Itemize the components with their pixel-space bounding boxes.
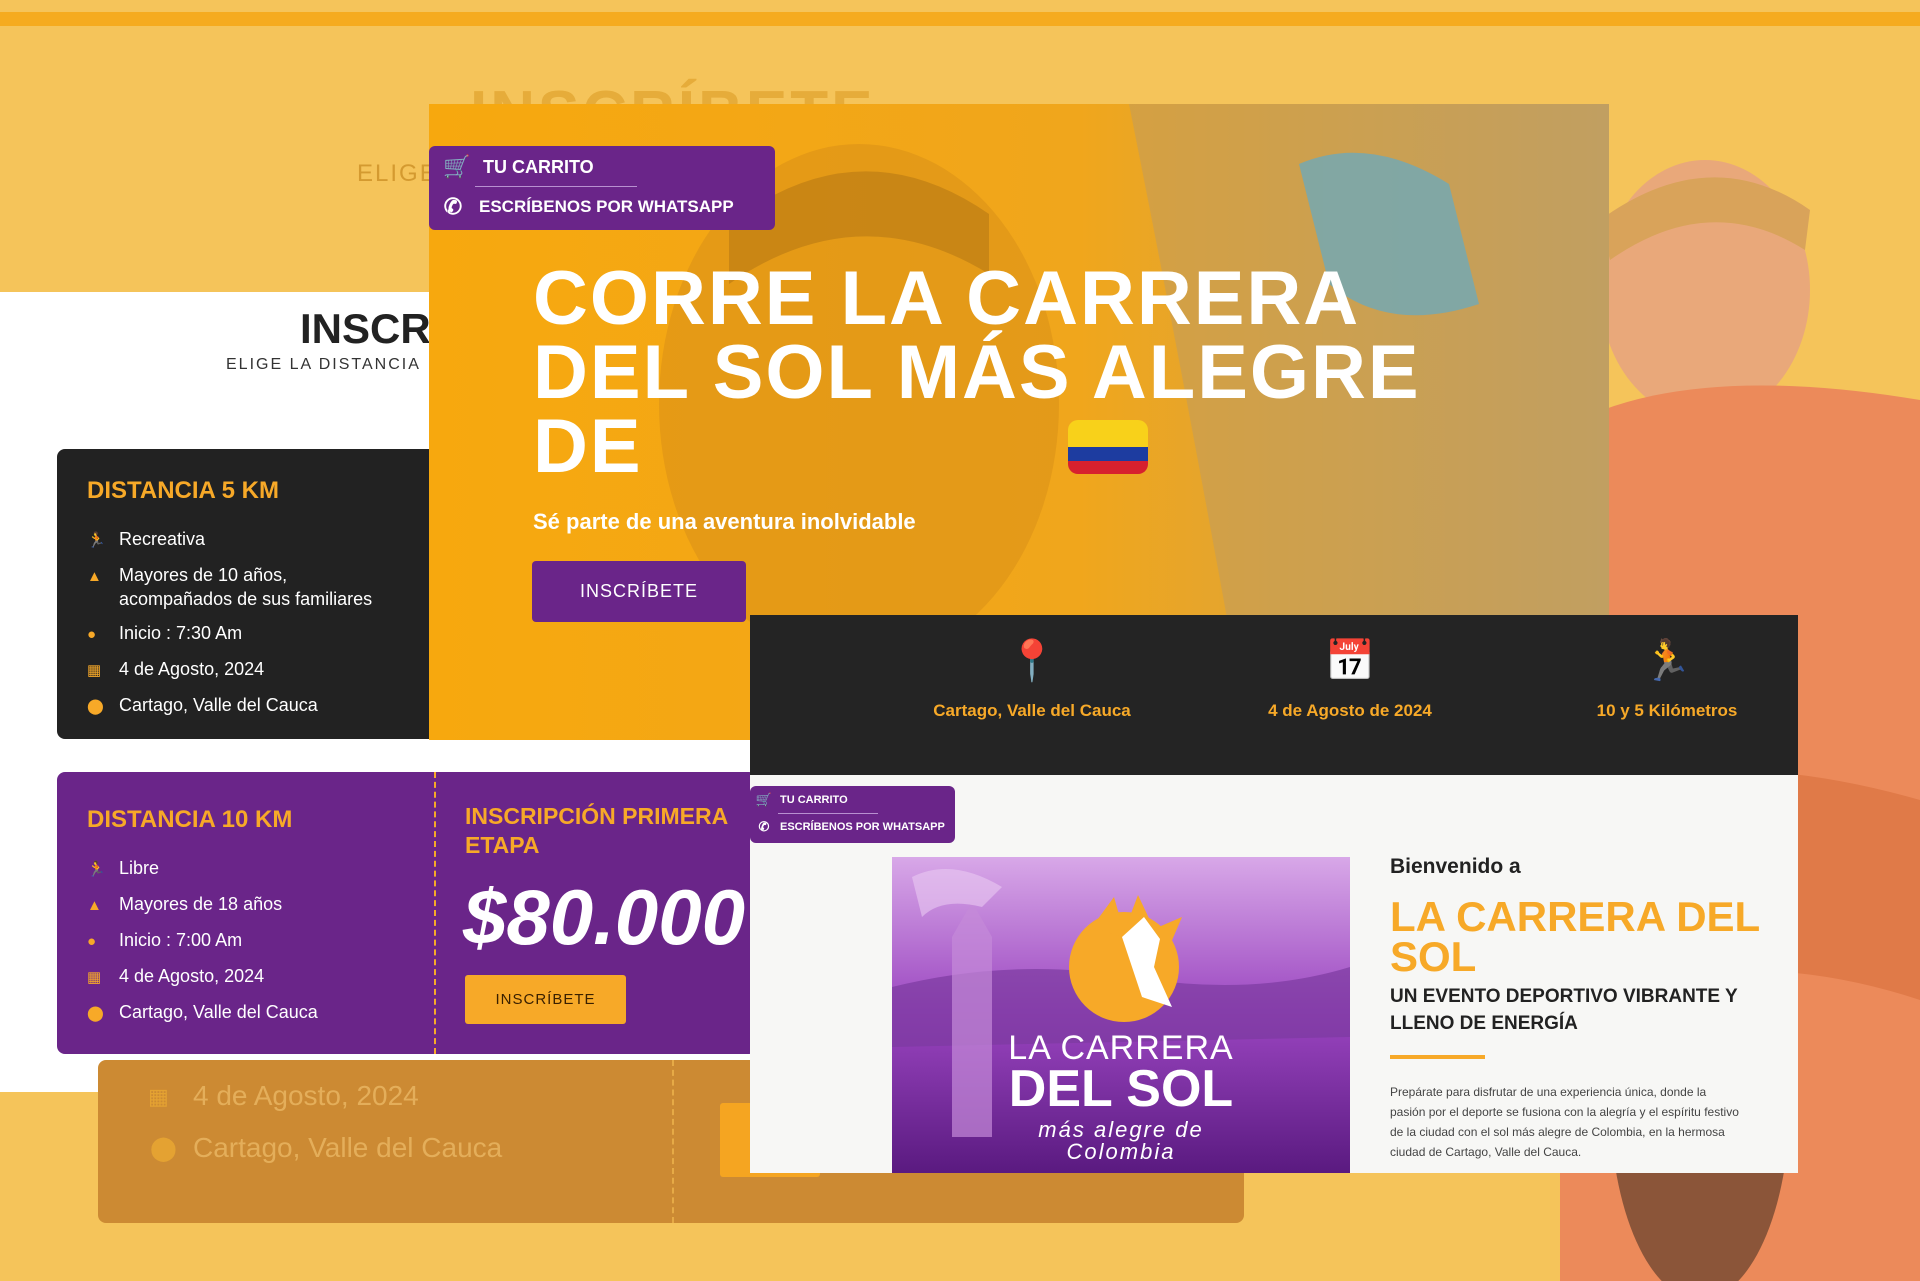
list-item: 🏃 Recreativa xyxy=(87,527,372,553)
card-5k: DISTANCIA 5 KM 🏃 Recreativa ▲ Mayores de 1… xyxy=(57,449,437,739)
welcome-title: LA CARRERA DEL SOL xyxy=(1390,893,1760,980)
calendar-check-icon: 📅 xyxy=(1325,639,1375,683)
welcome-kicker: Bienvenido a xyxy=(1390,855,1521,878)
pin-icon: 📍 xyxy=(1007,639,1057,683)
whatsapp-icon: ✆ xyxy=(443,194,463,219)
hero-subheadline: Sé parte de una aventura inolvidable xyxy=(533,509,916,534)
runner-icon: 🏃 xyxy=(87,861,106,878)
card-5k-title: DISTANCIA 5 KM xyxy=(87,477,279,504)
hero-register-button[interactable]: INSCRÍBETE xyxy=(532,561,746,622)
event-info-bar: 📍 Cartago, Valle del Cauca 📅 4 de Agosto… xyxy=(750,615,1798,775)
welcome-tagline: UN EVENTO DEPORTIVO VIBRANTE Y LLENO DE … xyxy=(1390,986,1738,1034)
hero-floating-menu: 🛒 TU CARRITO ✆ ESCRÍBENOS POR WHATSAPP xyxy=(429,146,775,230)
faded-date: 4 de Agosto, 2024 xyxy=(193,1080,419,1111)
whatsapp-link[interactable]: ✆ ESCRÍBENOS POR WHATSAPP xyxy=(754,819,945,835)
welcome-floating-menu: 🛒 TU CARRITO ✆ ESCRÍBENOS POR WHATSAPP xyxy=(750,786,955,843)
welcome-rule xyxy=(1390,1055,1485,1059)
warning-icon: ▲ xyxy=(87,897,102,914)
logo-text-line2: DEL SOL xyxy=(1008,1060,1234,1118)
cart-icon: 🛒 xyxy=(443,154,471,179)
list-item: ▲ Mayores de 10 años, acompañados de sus … xyxy=(87,565,373,609)
warning-icon: ▲ xyxy=(87,568,102,585)
hero-headline: CORRE LA CARRERA DEL SOL MÁS ALEGRE DE xyxy=(533,256,1421,489)
register-10k-button[interactable]: INSCRÍBETE xyxy=(465,975,626,1024)
card-10k-title: DISTANCIA 10 KM xyxy=(87,806,293,833)
pin-icon: ⬤ xyxy=(87,698,104,715)
cart-link[interactable]: 🛒 TU CARRITO xyxy=(754,792,848,808)
runner-icon: 🏃 xyxy=(1642,639,1692,683)
card-10k-list: 🏃 Libre ▲ Mayores de 18 años ● Inicio : 7:0… xyxy=(87,856,318,1036)
registration-subtitle: ELIGE LA DISTANCIA xyxy=(226,356,421,373)
event-logo-image: LA CARRERA DEL SOL más alegre de Colombi… xyxy=(892,857,1350,1173)
ticket-divider xyxy=(434,772,436,1054)
price-value: $80.000 xyxy=(463,873,745,961)
list-item: ● Inicio : 7:30 Am xyxy=(87,621,372,647)
welcome-body: Prepárate para disfrutar de una experien… xyxy=(1390,1085,1739,1159)
calendar-icon: ▦ xyxy=(87,969,102,986)
clock-icon: ● xyxy=(87,626,97,643)
menu-separator xyxy=(778,813,878,814)
info-item-date: 📅 4 de Agosto de 2024 xyxy=(1200,615,1500,775)
whatsapp-icon: ✆ xyxy=(758,819,770,834)
list-item: ▦ 4 de Agosto, 2024 xyxy=(87,964,318,990)
pin-icon: ⬤ xyxy=(150,1135,177,1162)
list-item: ● Inicio : 7:00 Am xyxy=(87,928,318,954)
list-item: 🏃 Libre xyxy=(87,856,318,882)
pin-icon: ⬤ xyxy=(87,1005,104,1022)
list-item: ▦ 4 de Agosto, 2024 xyxy=(87,657,372,683)
list-item: ⬤ Cartago, Valle del Cauca xyxy=(87,693,372,719)
cart-icon: 🛒 xyxy=(755,792,773,807)
card-5k-list: 🏃 Recreativa ▲ Mayores de 10 años, acompañ… xyxy=(87,527,372,729)
clock-icon: ● xyxy=(87,933,97,950)
logo-text-line4: Colombia xyxy=(1066,1139,1176,1164)
info-item-distance: 🏃 10 y 5 Kilómetros xyxy=(1517,615,1817,775)
calendar-icon: ▦ xyxy=(87,662,102,679)
price-heading: INSCRIPCIÓN PRIMERA ETAPA xyxy=(465,803,728,858)
colombia-flag-icon xyxy=(1068,420,1148,474)
faded-divider xyxy=(672,1060,674,1223)
menu-separator xyxy=(475,186,637,187)
faded-place: Cartago, Valle del Cauca xyxy=(193,1132,503,1163)
list-item: ⬤ Cartago, Valle del Cauca xyxy=(87,1000,318,1026)
cart-link[interactable]: 🛒 TU CARRITO xyxy=(439,154,593,180)
background-subtitle: ELIGE xyxy=(357,160,438,187)
info-item-location: 📍 Cartago, Valle del Cauca xyxy=(882,615,1182,775)
top-stripe xyxy=(0,12,1920,26)
calendar-icon: ▦ xyxy=(148,1084,169,1109)
list-item: ▲ Mayores de 18 años xyxy=(87,892,318,918)
whatsapp-link[interactable]: ✆ ESCRÍBENOS POR WHATSAPP xyxy=(435,194,734,220)
runner-icon: 🏃 xyxy=(87,532,106,549)
